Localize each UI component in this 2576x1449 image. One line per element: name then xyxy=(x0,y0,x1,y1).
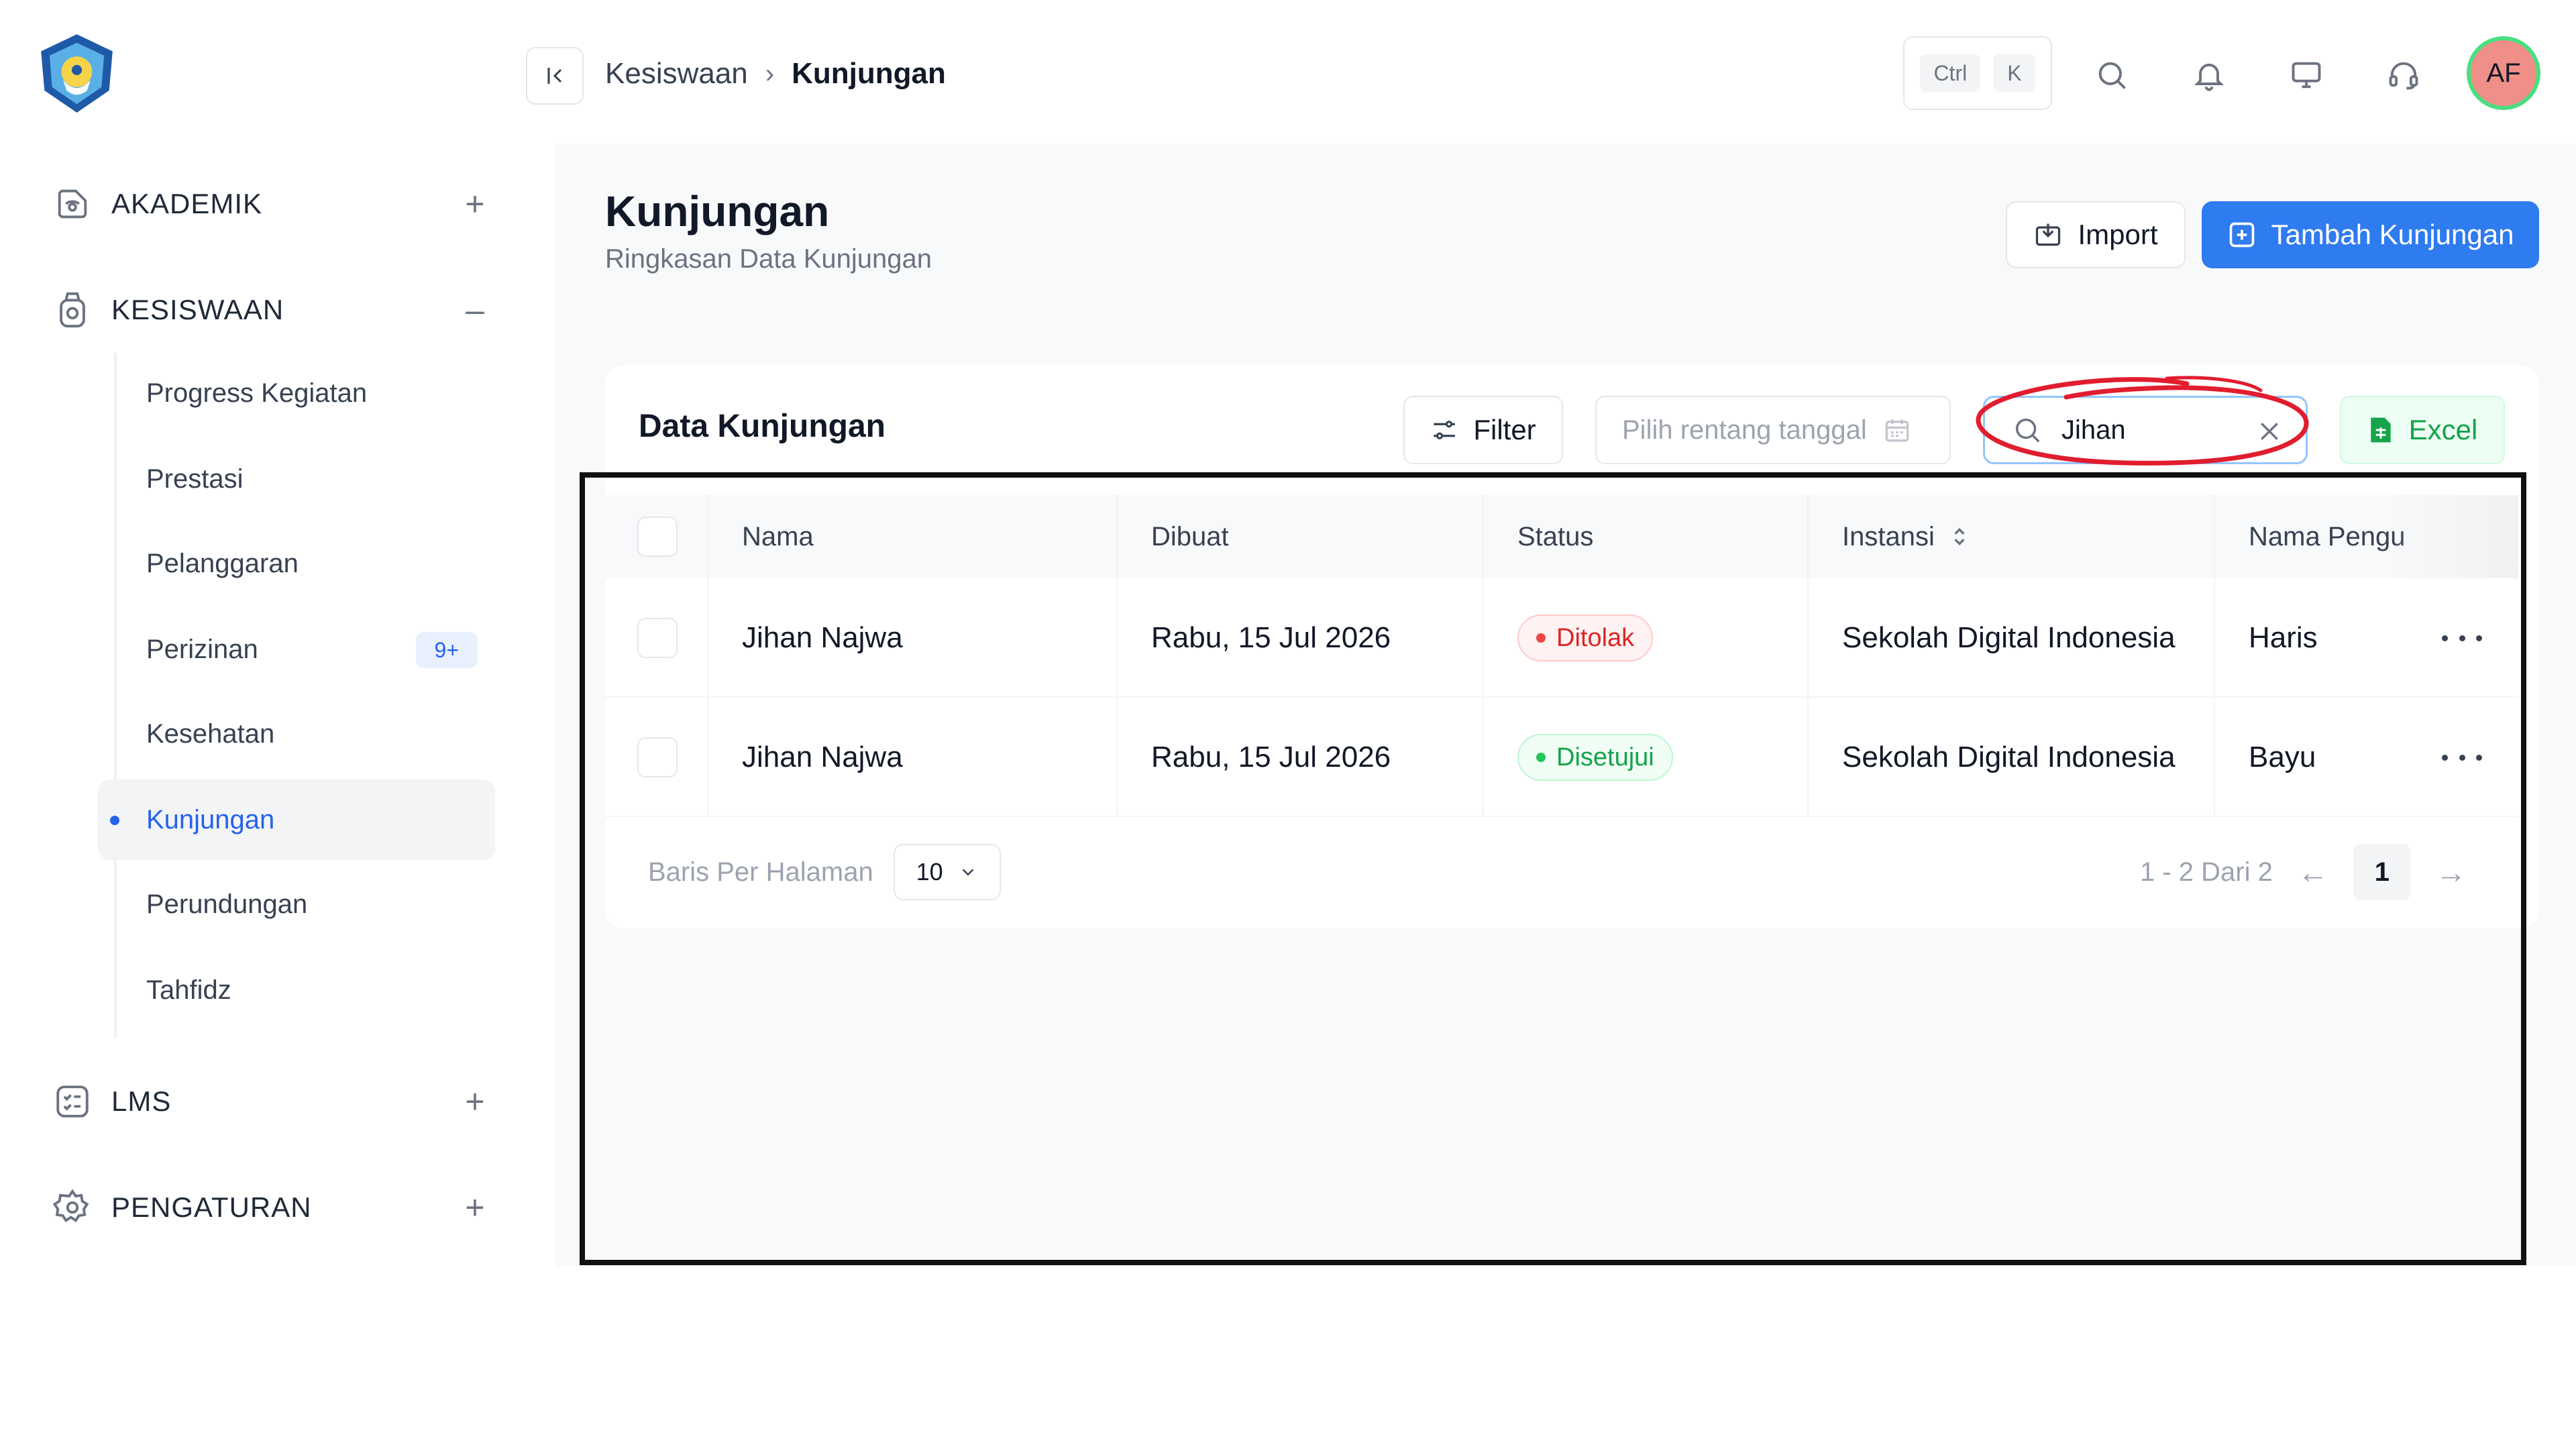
app-root: AKADEMIK + KESISWAAN – Progress Kegiatan… xyxy=(0,0,2576,1449)
sidebar-item-perundungan[interactable]: Perundungan xyxy=(98,864,495,945)
breadcrumb-kunjungan: Kunjungan xyxy=(792,57,946,90)
sidebar-item-tahfidz[interactable]: Tahfidz xyxy=(98,950,495,1030)
collapse-left-icon xyxy=(547,68,562,84)
add-kunjungan-label: Tambah Kunjungan xyxy=(2271,219,2514,250)
sidebar-section-akademik[interactable]: AKADEMIK + xyxy=(49,170,492,237)
add-kunjungan-button[interactable]: Tambah Kunjungan xyxy=(2202,201,2539,268)
sidebar-section-lms[interactable]: LMS + xyxy=(49,1068,492,1135)
sidebar-item-prestasi[interactable]: Prestasi xyxy=(98,439,495,519)
sidebar: AKADEMIK + KESISWAAN – Progress Kegiatan… xyxy=(0,0,555,1267)
user-avatar[interactable]: AF xyxy=(2467,36,2540,110)
collapse-sidebar-button[interactable] xyxy=(526,47,584,105)
plus-square-icon xyxy=(2229,222,2254,248)
checklist-icon xyxy=(49,1078,96,1125)
notification-badge: 9+ xyxy=(415,632,478,668)
filter-label: Filter xyxy=(1473,414,1536,445)
sidebar-item-label: Kesehatan xyxy=(146,718,275,749)
import-icon xyxy=(2036,223,2061,246)
export-excel-button[interactable]: Excel xyxy=(2340,396,2505,464)
calendar-icon xyxy=(1885,419,1909,442)
active-indicator xyxy=(110,816,119,825)
page-subtitle: Ringkasan Data Kunjungan xyxy=(605,244,932,274)
breadcrumb-kesiswaan[interactable]: Kesiswaan xyxy=(605,57,748,91)
collapse-icon[interactable]: – xyxy=(458,290,492,329)
sidebar-item-progress-kegiatan[interactable]: Progress Kegiatan xyxy=(98,353,495,433)
kbd-k: K xyxy=(1994,54,2035,92)
sidebar-item-label: Prestasi xyxy=(146,464,244,494)
command-palette-shortcut[interactable]: Ctrl K xyxy=(1903,36,2052,110)
breadcrumb: Kesiswaan › Kunjungan xyxy=(605,54,946,94)
expand-icon[interactable]: + xyxy=(458,1188,492,1227)
sidebar-item-kesehatan[interactable]: Kesehatan xyxy=(98,694,495,774)
excel-file-icon xyxy=(2370,417,2391,443)
annotation-frame xyxy=(580,472,2526,1265)
sidebar-section-kesiswaan[interactable]: KESISWAAN – xyxy=(49,276,492,343)
monitor-icon[interactable] xyxy=(2281,50,2332,101)
date-range-placeholder: Pilih rentang tanggal xyxy=(1622,415,1867,445)
annotation-ellipse xyxy=(1976,376,2309,466)
gear-icon xyxy=(49,1184,96,1231)
import-button[interactable]: Import xyxy=(2006,201,2186,268)
sidebar-section-label: KESISWAAN xyxy=(111,294,284,325)
sidebar-section-pengaturan[interactable]: PENGATURAN + xyxy=(49,1174,492,1241)
expand-icon[interactable]: + xyxy=(458,184,492,223)
sidebar-section-label: AKADEMIK xyxy=(111,188,263,219)
import-label: Import xyxy=(2078,219,2158,250)
card-title: Data Kunjungan xyxy=(639,409,885,444)
filter-button[interactable]: Filter xyxy=(1403,396,1563,464)
sidebar-item-kunjungan[interactable]: Kunjungan xyxy=(98,780,495,860)
search-icon[interactable] xyxy=(2086,50,2137,101)
bell-icon[interactable] xyxy=(2184,50,2235,101)
headset-icon[interactable] xyxy=(2378,50,2429,101)
sidebar-item-label: Perizinan xyxy=(146,634,258,664)
excel-label: Excel xyxy=(2408,414,2478,445)
sidebar-item-pelanggaran[interactable]: Pelanggaran xyxy=(98,523,495,604)
page-title: Kunjungan xyxy=(605,187,830,235)
sidebar-item-label: Tahfidz xyxy=(146,975,231,1005)
sidebar-item-label: Kunjungan xyxy=(146,804,275,835)
filter-icon xyxy=(1434,421,1456,439)
sidebar-item-label: Perundungan xyxy=(146,889,308,919)
sidebar-item-label: Progress Kegiatan xyxy=(146,378,368,408)
sidebar-section-label: PENGATURAN xyxy=(111,1191,312,1223)
akademik-icon xyxy=(49,180,96,227)
kbd-ctrl: Ctrl xyxy=(1920,54,1981,92)
school-logo-icon xyxy=(41,34,113,113)
sidebar-item-label: Pelanggaran xyxy=(146,548,299,578)
chevron-right-icon: › xyxy=(765,58,775,89)
sidebar-section-label: LMS xyxy=(111,1085,172,1117)
date-range-picker[interactable]: Pilih rentang tanggal xyxy=(1595,396,1951,464)
sidebar-item-perizinan[interactable]: Perizinan 9+ xyxy=(98,609,495,690)
kesiswaan-icon xyxy=(49,286,96,333)
expand-icon[interactable]: + xyxy=(458,1082,492,1121)
